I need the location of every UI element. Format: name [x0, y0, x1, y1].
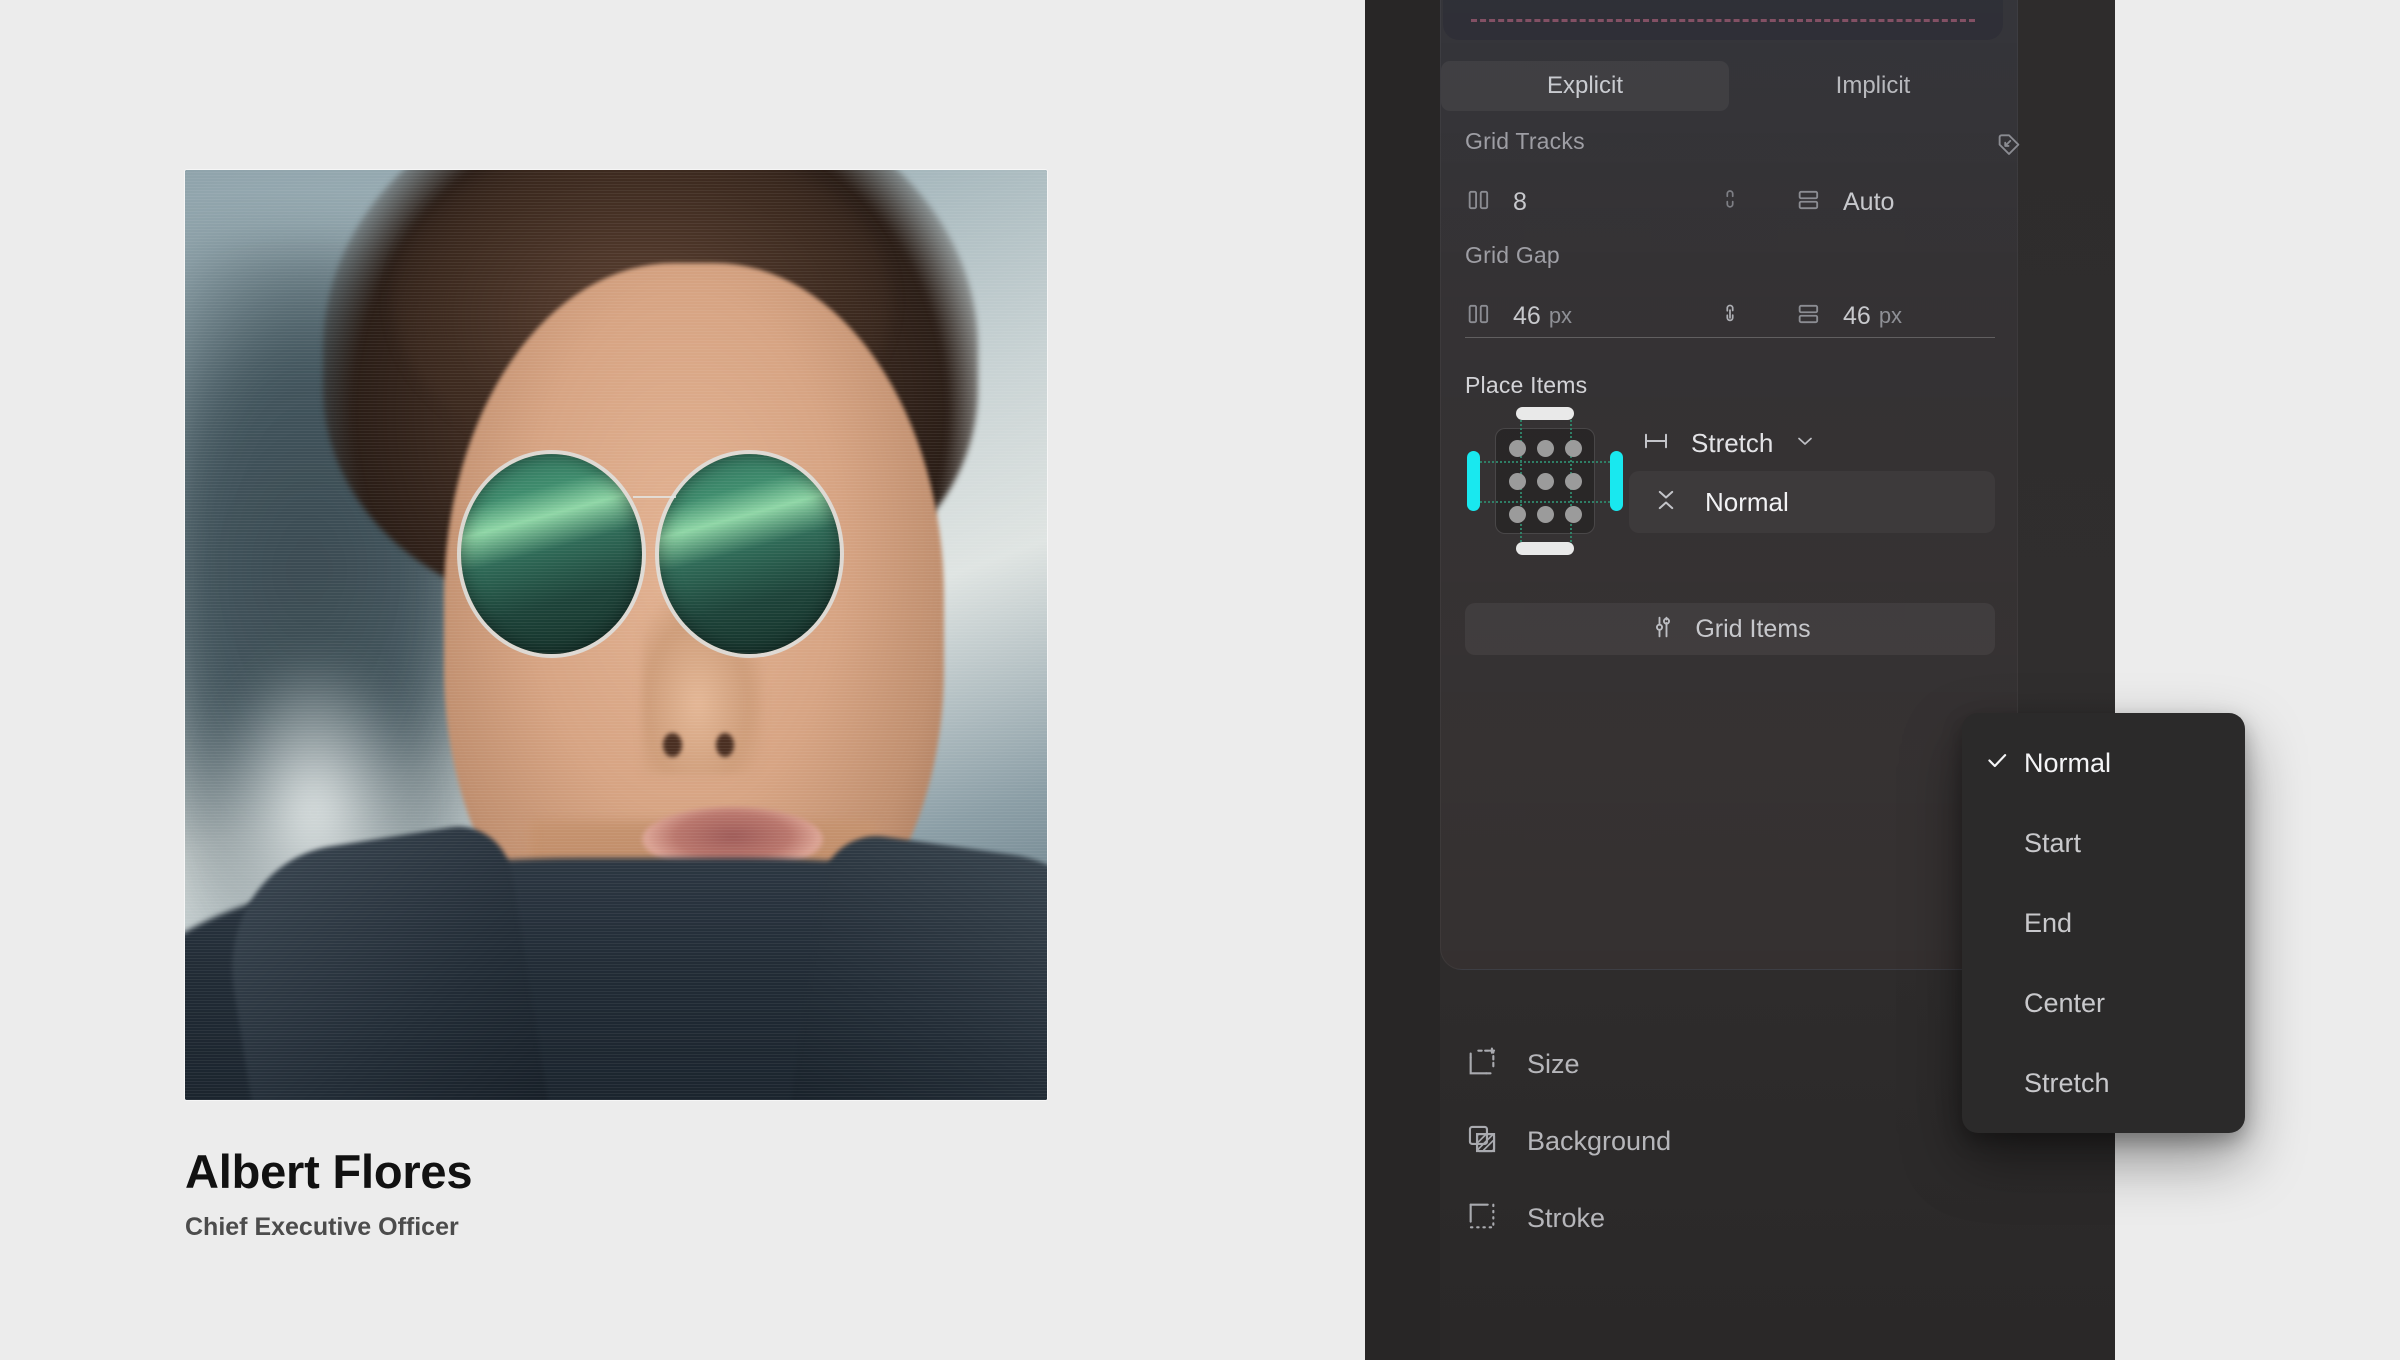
- tab-implicit[interactable]: Implicit: [1729, 61, 2017, 111]
- dropdown-option-start[interactable]: Start: [1962, 803, 2245, 883]
- justify-handle-left[interactable]: [1467, 451, 1480, 511]
- alignment-dot[interactable]: [1537, 473, 1554, 490]
- guide-horizontal-1: [1473, 461, 1617, 463]
- alignment-dot[interactable]: [1565, 473, 1582, 490]
- section-background[interactable]: Background: [1465, 1122, 1671, 1161]
- dropdown-option-center[interactable]: Center: [1962, 963, 2245, 1043]
- explicit-implicit-segmented-control[interactable]: Explicit Implicit: [1441, 61, 2017, 111]
- check-icon: [1984, 747, 2010, 780]
- align-items-select[interactable]: Normal: [1629, 471, 1995, 533]
- alignment-dot[interactable]: [1509, 473, 1526, 490]
- column-gap-value[interactable]: 46: [1513, 302, 1541, 331]
- person-role: Chief Executive Officer: [185, 1213, 459, 1241]
- dropdown-option-label: Start: [2024, 827, 2082, 858]
- sliders-icon: [1649, 613, 1677, 646]
- justify-items-value: Stretch: [1691, 428, 1774, 458]
- stroke-dashed-icon: [1465, 1199, 1499, 1238]
- grid-items-button[interactable]: Grid Items: [1465, 603, 1995, 655]
- link-icon[interactable]: [1717, 301, 1743, 332]
- chevron-down-icon[interactable]: [1793, 429, 1817, 458]
- alignment-dot[interactable]: [1565, 440, 1582, 457]
- row-gap-field[interactable]: 46 px: [1795, 300, 1995, 333]
- row-gap-unit: px: [1878, 303, 1903, 328]
- section-size[interactable]: Size: [1465, 1045, 1580, 1084]
- photo-grain-overlay: [185, 170, 1047, 1100]
- column-gap-unit: px: [1548, 303, 1573, 328]
- link-icon[interactable]: [1717, 187, 1743, 218]
- justify-items-select[interactable]: Stretch: [1641, 426, 1817, 461]
- align-items-value: Normal: [1705, 486, 1789, 517]
- align-handle-bottom[interactable]: [1516, 542, 1574, 555]
- dropdown-option-label: End: [2024, 907, 2073, 938]
- dropdown-option-label: Center: [2024, 987, 2106, 1018]
- inspector-left-rail: [1365, 0, 1440, 1360]
- guide-horizontal-2: [1473, 501, 1617, 503]
- section-stroke[interactable]: Stroke: [1465, 1199, 1605, 1238]
- justify-handle-right[interactable]: [1610, 451, 1623, 511]
- dropdown-option-label: Stretch: [2024, 1067, 2110, 1098]
- section-divider: [1465, 337, 1995, 338]
- tab-explicit[interactable]: Explicit: [1441, 61, 1729, 111]
- columns-icon: [1465, 186, 1493, 219]
- grid-items-button-label: Grid Items: [1695, 614, 1811, 643]
- grid-tracks-rows-field[interactable]: Auto: [1795, 186, 1995, 219]
- alignment-dot[interactable]: [1537, 506, 1554, 523]
- grid-tracks-label: Grid Tracks: [1465, 128, 1585, 154]
- layers-background-icon: [1465, 1122, 1499, 1161]
- alignment-dot[interactable]: [1565, 506, 1582, 523]
- vertical-chevrons-icon: [1651, 485, 1681, 520]
- row-gap-value[interactable]: 46: [1843, 302, 1871, 331]
- place-items-alignment-widget[interactable]: [1465, 401, 1625, 561]
- section-stroke-label: Stroke: [1527, 1203, 1606, 1233]
- grid-tracks-rows-value[interactable]: Auto: [1843, 188, 1894, 217]
- align-items-dropdown-menu[interactable]: Normal Start End Center Stretch: [1962, 713, 2245, 1133]
- rows-icon: [1795, 186, 1823, 219]
- profile-card: Albert Flores Chief Executive Officer: [185, 170, 1047, 1242]
- place-items-label: Place Items: [1465, 372, 1588, 398]
- alignment-dot[interactable]: [1537, 440, 1554, 457]
- dropdown-option-stretch[interactable]: Stretch: [1962, 1043, 2245, 1123]
- screen-root: Albert Flores Chief Executive Officer Ex…: [0, 0, 2400, 1360]
- grid-gap-label: Grid Gap: [1465, 242, 1560, 268]
- dropdown-option-end[interactable]: End: [1962, 883, 2245, 963]
- grid-gap-row: 46 px 46 px: [1465, 293, 1995, 339]
- portrait-photo: [185, 170, 1047, 1100]
- column-gap-field[interactable]: 46 px: [1465, 300, 1665, 333]
- align-handle-top[interactable]: [1516, 407, 1574, 420]
- dropdown-option-normal[interactable]: Normal: [1962, 723, 2245, 803]
- rows-icon: [1795, 300, 1823, 333]
- alignment-dot[interactable]: [1509, 506, 1526, 523]
- person-name: Albert Flores: [185, 1145, 473, 1198]
- horizontal-distribute-icon: [1641, 426, 1671, 461]
- inspector-panel: Explicit Implicit Grid Tracks 8 Auto Gri…: [1365, 0, 2115, 1360]
- grid-tracks-columns-field[interactable]: 8: [1465, 186, 1665, 219]
- grid-tracks-columns-value[interactable]: 8: [1513, 188, 1527, 217]
- section-size-label: Size: [1527, 1049, 1580, 1079]
- columns-icon: [1465, 300, 1493, 333]
- grid-settings-card: Explicit Implicit Grid Tracks 8 Auto Gri…: [1440, 0, 2020, 970]
- dropdown-option-label: Normal: [2024, 747, 2112, 778]
- section-background-label: Background: [1527, 1126, 1672, 1156]
- grid-tracks-row: 8 Auto: [1465, 179, 1995, 225]
- size-frame-icon: [1465, 1045, 1499, 1084]
- tag-arrow-icon[interactable]: [1994, 129, 2024, 164]
- alignment-dot[interactable]: [1509, 440, 1526, 457]
